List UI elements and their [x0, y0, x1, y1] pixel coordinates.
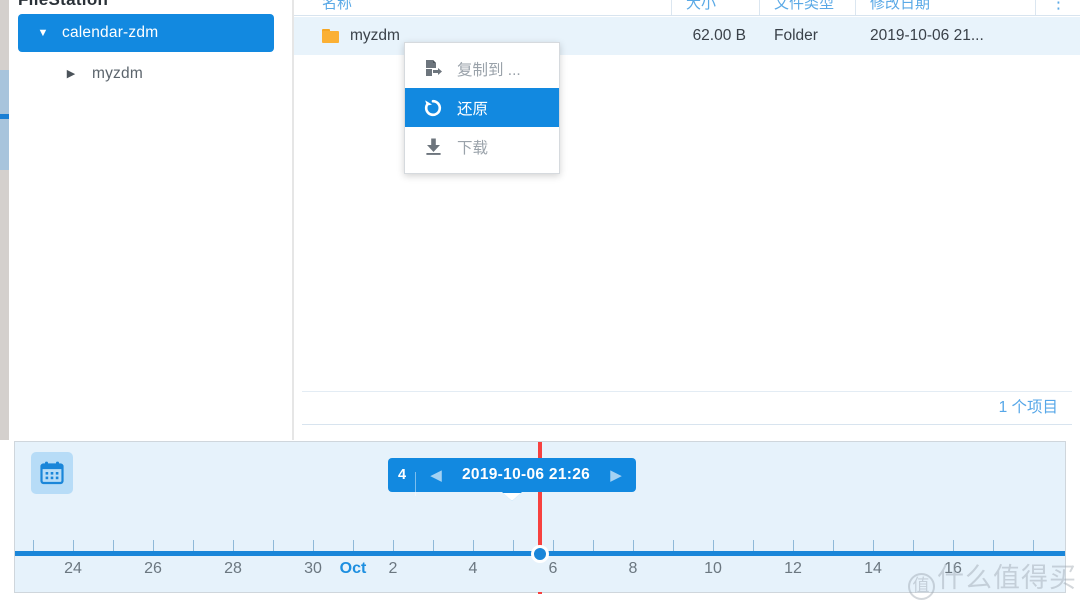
tree-scrollbar[interactable] — [0, 0, 9, 440]
timeline-tick — [313, 540, 314, 551]
timeline-tick — [1033, 540, 1034, 551]
context-menu-item-label: 下载 — [457, 139, 489, 157]
column-header-date[interactable]: 修改日期 — [855, 0, 1036, 15]
timeline-tick-label: 2 — [388, 560, 398, 577]
timeline-tick — [673, 540, 674, 551]
snapshot-datetime-label: 2019-10-06 21:26 — [462, 466, 591, 483]
timeline-tick-label: Oct — [339, 560, 367, 577]
timeline-tick — [473, 540, 474, 551]
timeline-handle[interactable] — [531, 545, 549, 563]
timeline-tick — [953, 540, 954, 551]
timeline-tick — [393, 540, 394, 551]
caret-down-icon[interactable]: ▼ — [30, 27, 56, 39]
file-size-cell: 62.00 B — [692, 27, 746, 44]
timeline-tick-label: 4 — [468, 560, 478, 577]
column-header-size[interactable]: 大小 — [671, 0, 760, 15]
timeline-tick — [913, 540, 914, 551]
column-header-type[interactable]: 文件类型 — [759, 0, 856, 15]
tree-item-label: calendar-zdm — [62, 24, 159, 41]
calendar-button[interactable] — [31, 452, 73, 494]
timeline-tick — [153, 540, 154, 551]
calendar-icon — [40, 461, 64, 485]
timeline-tick-label: 26 — [144, 560, 162, 577]
timeline-tick — [513, 540, 514, 551]
pill-pointer — [502, 492, 523, 501]
tree-item-calendar-zdm[interactable]: ▼ calendar-zdm — [18, 14, 274, 52]
timeline-tick — [553, 540, 554, 551]
timeline-tick — [113, 540, 114, 551]
context-menu: 复制到 ... 还原 下载 — [404, 42, 560, 174]
timeline-tick — [193, 540, 194, 551]
timeline-tick-label: 28 — [224, 560, 242, 577]
timeline-tick-label: 30 — [304, 560, 322, 577]
file-list-header: 名称 大小 文件类型 修改日期 ⋮ — [294, 0, 1080, 16]
timeline-tick — [713, 540, 714, 551]
folder-tree-pane: FileStation ▼ calendar-zdm ▶ myzdm — [0, 0, 293, 440]
timeline-tick-label: 10 — [704, 560, 722, 577]
watermark-circle: 值 — [908, 573, 935, 600]
file-type-cell: Folder — [774, 27, 818, 44]
timeline-tick-label: 12 — [784, 560, 802, 577]
tree-scrollbar-thumb[interactable] — [0, 70, 9, 170]
filestation-snapshot-browser: FileStation ▼ calendar-zdm ▶ myzdm 名称 大小… — [0, 0, 1080, 602]
triangle-right-icon[interactable]: ▶ — [596, 466, 636, 484]
file-date-cell: 2019-10-06 21... — [870, 27, 984, 44]
timeline-tick — [433, 540, 434, 551]
restore-icon — [422, 97, 444, 119]
timeline-tick — [753, 540, 754, 551]
column-header-name[interactable]: 名称 — [294, 0, 672, 15]
context-menu-item-label: 还原 — [457, 100, 489, 118]
folder-icon — [322, 29, 339, 43]
file-name-label: myzdm — [350, 27, 400, 44]
timeline-tick — [33, 540, 34, 551]
item-count-status: 1 个项目 — [998, 399, 1058, 416]
list-separator-top — [302, 391, 1072, 392]
download-icon — [422, 136, 444, 158]
kebab-menu-icon[interactable]: ⋮ — [1035, 0, 1080, 15]
copy-to-icon — [422, 58, 444, 80]
context-menu-item-download[interactable]: 下载 — [405, 127, 559, 166]
watermark-text: 什么值得买 — [937, 563, 1077, 594]
tree-parent-label: FileStation — [18, 0, 108, 10]
watermark: 值什么值得买 — [908, 556, 1077, 600]
timeline-tick-label: 14 — [864, 560, 882, 577]
timeline-tick — [593, 540, 594, 551]
timeline-tick — [273, 540, 274, 551]
snapshot-navigator: 4 ◀ 2019-10-06 21:26 ▶ — [388, 458, 637, 501]
context-menu-item-restore[interactable]: 还原 — [405, 88, 559, 127]
timeline-tick-label: 24 — [64, 560, 82, 577]
context-menu-item-label: 复制到 ... — [457, 61, 521, 79]
list-separator-bottom — [302, 424, 1072, 425]
context-menu-item-copy-to[interactable]: 复制到 ... — [405, 49, 559, 88]
caret-right-icon[interactable]: ▶ — [58, 68, 84, 80]
timeline-tick — [793, 540, 794, 551]
timeline-tick — [353, 540, 354, 551]
timeline-tick — [993, 540, 994, 551]
triangle-left-icon[interactable]: ◀ — [416, 466, 456, 484]
tree-item-myzdm[interactable]: ▶ myzdm — [18, 55, 274, 93]
snapshot-count-badge: 4 — [388, 467, 416, 496]
tree-item-label: myzdm — [92, 65, 143, 82]
timeline-tick — [633, 540, 634, 551]
timeline-tick-label: 6 — [548, 560, 558, 577]
timeline-tick — [233, 540, 234, 551]
timeline-tick — [73, 540, 74, 551]
timeline-tick — [833, 540, 834, 551]
timeline-tick-label: 8 — [628, 560, 638, 577]
timeline-tick — [873, 540, 874, 551]
